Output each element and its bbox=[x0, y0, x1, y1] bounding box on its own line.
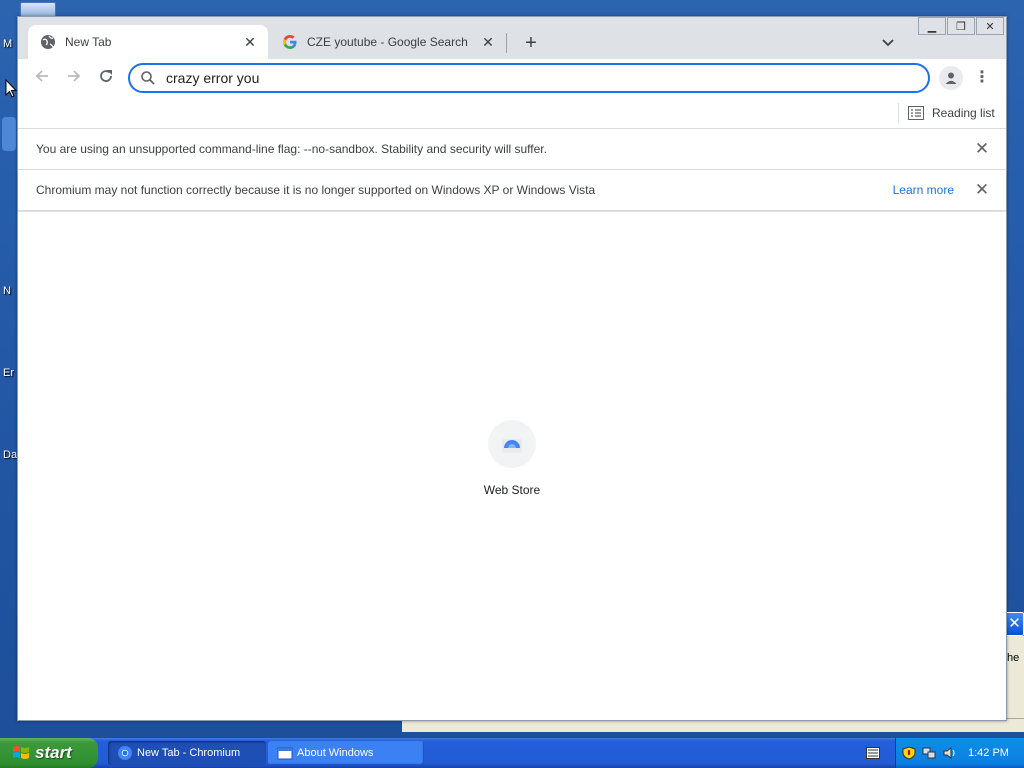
start-button[interactable]: start bbox=[0, 738, 98, 768]
window-controls: ▁ ❐ ✕ bbox=[917, 17, 1004, 35]
taskbar-item-about-windows[interactable]: About Windows bbox=[268, 741, 424, 765]
infobar-close-icon[interactable]: ✕ bbox=[974, 140, 990, 157]
restore-button[interactable]: ❐ bbox=[947, 17, 975, 35]
minimize-button[interactable]: ▁ bbox=[918, 17, 946, 35]
about-window-text: he bbox=[1007, 652, 1020, 664]
infobar-message: Chromium may not function correctly beca… bbox=[36, 183, 596, 197]
close-window-button[interactable]: ✕ bbox=[976, 17, 1004, 35]
clock[interactable]: 1:42 PM bbox=[968, 747, 1009, 759]
person-icon bbox=[945, 72, 957, 84]
reading-list-button[interactable]: Reading list bbox=[908, 103, 995, 123]
desktop-icon[interactable] bbox=[2, 117, 16, 151]
infobar-close-icon[interactable]: ✕ bbox=[974, 181, 990, 198]
bookmarks-bar: Reading list bbox=[18, 97, 1006, 129]
tab-new-tab[interactable]: New Tab ✕ bbox=[28, 25, 268, 59]
desktop-icon-label[interactable]: Da bbox=[3, 449, 17, 461]
learn-more-link[interactable]: Learn more bbox=[893, 183, 954, 197]
infobar-sandbox-warning: You are using an unsupported command-lin… bbox=[18, 129, 1006, 170]
taskbar-item-chromium[interactable]: New Tab - Chromium bbox=[108, 741, 266, 765]
bookmarks-separator bbox=[898, 103, 899, 123]
reading-list-icon bbox=[908, 106, 924, 120]
taskbar-item-label: About Windows bbox=[297, 747, 374, 759]
omnibox[interactable]: crazy error you bbox=[128, 63, 930, 93]
forward-arrow-icon bbox=[68, 70, 81, 82]
reading-list-label: Reading list bbox=[932, 106, 995, 120]
volume-icon[interactable] bbox=[942, 746, 956, 760]
forward-button[interactable] bbox=[62, 66, 86, 90]
search-icon bbox=[141, 71, 155, 85]
profile-button[interactable] bbox=[939, 66, 963, 90]
about-window-close-button[interactable]: ✕ bbox=[1005, 612, 1024, 636]
system-tray: 1:42 PM bbox=[895, 738, 1024, 768]
tab-title: CZE youtube - Google Search bbox=[307, 35, 468, 49]
keyboard-icon[interactable] bbox=[866, 747, 880, 759]
tab-strip: New Tab ✕ CZE youtube - Google Search ✕ … bbox=[18, 17, 1006, 59]
about-window-body: he bbox=[1005, 636, 1024, 726]
chromium-window: New Tab ✕ CZE youtube - Google Search ✕ … bbox=[17, 16, 1007, 721]
security-shield-icon[interactable] bbox=[902, 746, 916, 760]
tab-title: New Tab bbox=[65, 35, 112, 49]
tab-close-icon[interactable]: ✕ bbox=[242, 34, 258, 50]
new-tab-page: Web Store bbox=[18, 212, 1006, 720]
globe-icon bbox=[40, 34, 56, 50]
reload-button[interactable] bbox=[94, 66, 118, 90]
shortcut-label: Web Store bbox=[483, 483, 541, 497]
mouse-cursor-icon bbox=[5, 78, 18, 102]
desktop-icon-label[interactable]: N bbox=[3, 285, 11, 297]
back-arrow-icon bbox=[35, 70, 48, 82]
taskbar-item-label: New Tab - Chromium bbox=[137, 747, 241, 759]
desktop-icon-label[interactable]: M bbox=[3, 38, 12, 50]
web-store-icon bbox=[502, 439, 522, 453]
infobar-unsupported-os: Chromium may not function correctly beca… bbox=[18, 170, 1006, 211]
shortcut-icon-container bbox=[488, 420, 536, 468]
taskbar: start New Tab - Chromium About Windows 1… bbox=[0, 738, 1024, 768]
window-icon bbox=[277, 747, 293, 760]
google-g-icon bbox=[282, 34, 298, 50]
desktop-icon-label[interactable]: Er bbox=[3, 367, 14, 379]
shortcut-web-store[interactable]: Web Store bbox=[470, 420, 554, 497]
omnibox-input[interactable]: crazy error you bbox=[166, 70, 259, 86]
minimize-icon: ▁ bbox=[927, 20, 937, 33]
network-icon[interactable] bbox=[922, 746, 936, 760]
tab-close-icon[interactable]: ✕ bbox=[480, 34, 496, 50]
tab-separator bbox=[506, 33, 507, 53]
toolbar: crazy error you ⋮ bbox=[18, 59, 1006, 97]
restore-icon: ❐ bbox=[956, 20, 966, 33]
tab-google-search[interactable]: CZE youtube - Google Search ✕ bbox=[270, 25, 506, 59]
tab-search-chevron-icon[interactable] bbox=[878, 32, 898, 52]
reload-icon bbox=[100, 70, 112, 82]
start-label: start bbox=[35, 743, 72, 762]
chromium-icon bbox=[118, 746, 132, 760]
close-icon: ✕ bbox=[985, 20, 995, 33]
back-button[interactable] bbox=[30, 66, 54, 90]
infobar-message: You are using an unsupported command-lin… bbox=[36, 142, 547, 156]
new-tab-button[interactable]: + bbox=[520, 32, 542, 54]
browser-menu-button[interactable]: ⋮ bbox=[974, 66, 990, 90]
windows-flag-icon bbox=[13, 746, 29, 759]
